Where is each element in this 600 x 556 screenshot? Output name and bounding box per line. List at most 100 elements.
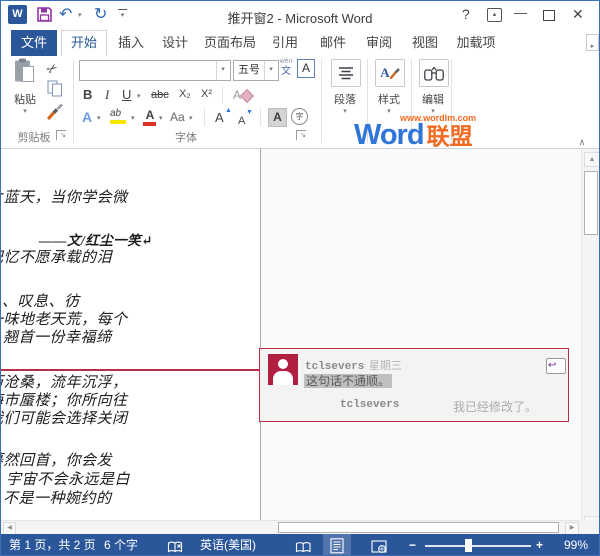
avatar-head — [278, 359, 288, 369]
help-button[interactable]: ? — [462, 7, 470, 21]
zoom-in-button[interactable]: + — [536, 534, 543, 555]
font-color-dropdown[interactable]: ▾ — [159, 114, 163, 122]
read-mode-button[interactable] — [295, 539, 312, 555]
zoom-slider-track[interactable] — [425, 545, 531, 547]
tab-mailings[interactable]: 邮件 — [311, 30, 355, 56]
tab-insert[interactable]: 插入 — [109, 30, 153, 56]
paste-button[interactable]: 粘贴 ▾ — [5, 58, 45, 122]
comment-reply-button[interactable]: ↩ — [546, 358, 566, 374]
maximize-button[interactable] — [543, 10, 555, 21]
zoom-level[interactable]: 99% — [550, 534, 588, 555]
shrink-font-button[interactable]: A ▼ — [238, 109, 253, 129]
close-button[interactable]: ✕ — [572, 7, 584, 21]
comment-text[interactable]: 这句话不通顺。 — [304, 372, 393, 390]
tab-design[interactable]: 设计 — [153, 30, 197, 56]
italic-button[interactable]: I — [105, 87, 109, 103]
doc-line[interactable]: 我们可能会选择关闭 — [1, 407, 128, 428]
font-dialog-launcher[interactable]: ↘ — [296, 130, 306, 140]
superscript-button[interactable]: X² — [201, 88, 212, 100]
text-effects-dropdown[interactable]: ▾ — [97, 114, 101, 122]
tab-references[interactable]: 引用 — [263, 30, 307, 56]
ribbon-display-options-button[interactable]: ▴ — [487, 8, 502, 22]
tab-review[interactable]: 审阅 — [357, 30, 401, 56]
tab-addins[interactable]: 加载项 — [447, 30, 505, 56]
print-layout-button[interactable] — [323, 534, 351, 555]
markup-area — [261, 149, 581, 520]
scroll-up-button[interactable]: ▲ — [584, 152, 599, 167]
zoom-slider-thumb[interactable] — [465, 539, 472, 552]
doc-line[interactable]: 片蓝天，当你学会微 — [1, 186, 128, 207]
styles-iconbox: A — [375, 59, 405, 87]
highlight-dropdown[interactable]: ▾ — [131, 114, 135, 122]
separator — [260, 108, 261, 126]
underline-button[interactable]: U — [122, 87, 131, 102]
clipboard-dialog-launcher[interactable]: ↘ — [56, 130, 66, 140]
format-painter-button[interactable] — [47, 103, 65, 125]
shrink-font-letter: A — [238, 115, 246, 127]
arrow-up-icon: ▴ — [492, 11, 497, 18]
character-border-button[interactable]: A — [297, 59, 315, 78]
word-count[interactable]: 6 个字 — [104, 534, 138, 555]
tab-view[interactable]: 视图 — [403, 30, 447, 56]
paragraph-iconbox — [331, 59, 361, 87]
watermark-logo: Word 联盟 — [354, 117, 473, 152]
web-layout-button[interactable] — [371, 539, 388, 555]
font-name-combobox[interactable]: ▾ — [79, 60, 231, 81]
underline-dropdown[interactable]: ▾ — [137, 92, 141, 100]
ribbon: 粘贴 ▾ ✂ 剪贴板 ↘ ▾ 五号 ▾ wén 文 A B I U ▾ abc … — [1, 56, 599, 152]
bold-button[interactable]: B — [83, 87, 92, 102]
grow-font-button[interactable]: A ▲ — [215, 107, 232, 127]
strikethrough-button[interactable]: abc — [151, 89, 169, 101]
zoom-out-button[interactable]: − — [409, 534, 416, 555]
enclose-characters-button[interactable]: 字 — [291, 108, 308, 125]
doc-line[interactable]: 记忆不愿承载的泪 — [1, 246, 112, 267]
change-case-dropdown[interactable]: ▾ — [189, 114, 193, 122]
comment-date: 星期三 — [368, 360, 402, 372]
doc-line[interactable]: 不是一种婉约的 — [3, 487, 112, 508]
tab-scroll-right-button[interactable]: ▸ — [586, 34, 599, 51]
avatar-body — [273, 371, 293, 385]
minimize-button[interactable]: — — [514, 6, 527, 20]
tab-home[interactable]: 开始 — [61, 30, 107, 57]
vertical-scroll-thumb[interactable] — [584, 171, 598, 235]
doc-line[interactable]: 宇宙不会永远是白 — [6, 468, 130, 489]
tab-page-layout[interactable]: 页面布局 — [197, 30, 263, 56]
font-size-combobox[interactable]: 五号 ▾ — [233, 60, 279, 81]
document-canvas[interactable]: 片蓝天，当你学会微 ——文/红尘一笑↵ 记忆不愿承载的泪 、叹息、彷 一味地老天… — [1, 149, 581, 520]
phonetic-guide-button[interactable]: wén 文 — [277, 58, 295, 77]
page-info[interactable]: 第 1 页，共 2 页 — [9, 534, 96, 555]
doc-line[interactable]: 蓦然回首，你会发 — [1, 449, 112, 470]
collapse-ribbon-button[interactable]: ∧ — [574, 132, 590, 147]
horizontal-scrollbar[interactable]: ◀ ▶ — [1, 520, 581, 535]
clear-formatting-button[interactable]: A — [233, 86, 255, 104]
title-bar: W ↶ ▾ ↻ ▾ 推开窗2 - Microsoft Word ? ▴ — ✕ — [1, 1, 599, 29]
tab-file[interactable]: 文件 — [11, 30, 57, 56]
language-status[interactable]: 英语(美国) — [200, 534, 256, 555]
cut-button[interactable]: ✂ — [43, 59, 69, 78]
character-shading-button[interactable]: A — [268, 108, 287, 127]
comment-reply-author[interactable]: tclsevers — [340, 399, 399, 411]
text-effects-button[interactable]: A — [82, 109, 92, 125]
subscript-button[interactable]: X₂ — [179, 88, 191, 100]
paragraph-group-button[interactable]: 段落 ▾ — [325, 58, 365, 122]
word-window: W ↶ ▾ ↻ ▾ 推开窗2 - Microsoft Word ? ▴ — ✕ … — [0, 0, 600, 556]
group-separator — [73, 59, 74, 143]
arrow-down-icon: ▼ — [246, 109, 253, 116]
horizontal-scroll-thumb[interactable] — [278, 522, 559, 533]
font-color-button[interactable]: A — [143, 108, 157, 126]
comment-reply-text[interactable]: 我已经修改了。 — [453, 398, 537, 415]
proofing-status-button[interactable] — [167, 539, 184, 555]
highlight-button[interactable]: ab — [110, 108, 128, 124]
grow-font-letter: A — [215, 110, 224, 125]
change-case-button[interactable]: Aa — [170, 110, 185, 124]
doc-line[interactable]: 翘首一份幸福缔 — [3, 326, 112, 347]
font-size-value: 五号 — [238, 64, 260, 76]
vertical-scrollbar[interactable]: ▲ ▼ — [581, 149, 599, 534]
comment-anchor-line — [1, 369, 260, 371]
binoculars-icon — [424, 65, 444, 81]
editing-group-label: 编辑 — [422, 94, 444, 106]
copy-button[interactable] — [47, 80, 64, 102]
comment-box[interactable]: tclsevers 星期三 这句话不通顺。 tclsevers 我已经修改了。 … — [259, 348, 569, 422]
arrow-up-icon: ▲ — [225, 107, 232, 114]
format-painter-icon — [47, 103, 63, 120]
